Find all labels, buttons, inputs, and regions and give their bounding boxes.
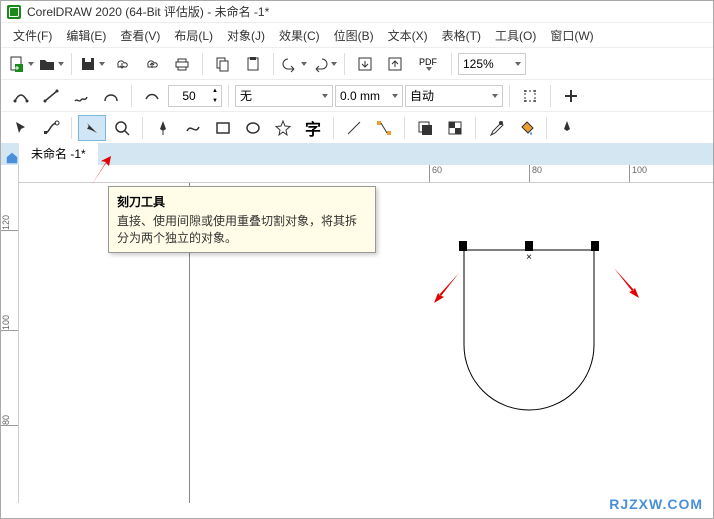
zoom-combo[interactable]: 125% xyxy=(458,53,526,75)
spin-up[interactable]: ▲ xyxy=(209,86,221,96)
toolbox: 字 xyxy=(1,111,713,143)
hruler-tick: 80 xyxy=(529,165,542,182)
zoom-tool[interactable] xyxy=(108,115,136,141)
window-title: CorelDRAW 2020 (64-Bit 评估版) - 未命名 -1* xyxy=(27,3,269,20)
star-tool[interactable] xyxy=(269,115,297,141)
document-tab-label: 未命名 -1* xyxy=(31,145,86,162)
menu-object[interactable]: 对象(J) xyxy=(221,25,271,46)
line-style-combo[interactable]: 无 xyxy=(235,85,333,107)
menu-effects[interactable]: 效果(C) xyxy=(273,25,326,46)
line-mode-button[interactable] xyxy=(37,83,65,109)
paste-button[interactable] xyxy=(239,51,267,77)
menu-bitmaps[interactable]: 位图(B) xyxy=(328,25,380,46)
vruler-tick: 100 xyxy=(1,315,18,331)
spin-down[interactable]: ▼ xyxy=(209,96,221,106)
vertical-ruler[interactable]: 120 100 80 xyxy=(1,165,19,503)
open-button[interactable] xyxy=(37,51,65,77)
tooltip-title: 刻刀工具 xyxy=(117,193,367,210)
smoothing-input[interactable] xyxy=(169,89,209,103)
add-button[interactable] xyxy=(557,83,585,109)
selection-handle-tl[interactable] xyxy=(459,241,467,251)
bezier-mode-button[interactable] xyxy=(7,83,35,109)
auto-combo[interactable]: 自动 xyxy=(405,85,503,107)
save-button[interactable] xyxy=(78,51,106,77)
pdf-label: PDF xyxy=(419,57,437,67)
drop-shadow-tool[interactable] xyxy=(411,115,439,141)
zoom-value: 125% xyxy=(463,57,513,71)
bounding-box-button[interactable] xyxy=(516,83,544,109)
publish-pdf-button[interactable]: PDF xyxy=(411,51,445,77)
outline-pen-tool[interactable] xyxy=(553,115,581,141)
smoothing-icon xyxy=(138,83,166,109)
rectangle-tool[interactable] xyxy=(209,115,237,141)
pick-tool[interactable] xyxy=(7,115,35,141)
vruler-tick: 120 xyxy=(1,215,18,231)
line-style-value: 无 xyxy=(240,87,320,104)
eyedropper-tool[interactable] xyxy=(482,115,510,141)
selection-handle-tm[interactable] xyxy=(525,241,533,251)
menu-tools[interactable]: 工具(O) xyxy=(489,25,542,46)
title-bar: CorelDRAW 2020 (64-Bit 评估版) - 未命名 -1* xyxy=(1,1,713,23)
menu-file[interactable]: 文件(F) xyxy=(7,25,58,46)
annotation-arrow-right xyxy=(609,268,639,301)
connector-tool[interactable] xyxy=(370,115,398,141)
tool-tooltip: 刻刀工具 直接、使用间隙或使用重叠切割对象，将其拆分为两个独立的对象。 xyxy=(108,186,376,253)
shape-tool[interactable] xyxy=(37,115,65,141)
selected-shape[interactable]: × xyxy=(459,245,599,415)
hruler-tick: 60 xyxy=(429,165,442,182)
cloud-upload-button[interactable] xyxy=(138,51,166,77)
freehand-mode-button[interactable] xyxy=(67,83,95,109)
selection-center-marker: × xyxy=(524,253,534,263)
home-tab-icon[interactable] xyxy=(5,151,19,165)
app-logo-icon xyxy=(7,5,21,19)
menu-edit[interactable]: 编辑(E) xyxy=(60,25,112,46)
menu-bar: 文件(F) 编辑(E) 查看(V) 布局(L) 对象(J) 效果(C) 位图(B… xyxy=(1,23,713,47)
menu-view[interactable]: 查看(V) xyxy=(114,25,166,46)
smoothing-spinner[interactable]: ▲▼ xyxy=(168,85,222,107)
import-button[interactable] xyxy=(351,51,379,77)
menu-layout[interactable]: 布局(L) xyxy=(168,25,219,46)
horizontal-ruler[interactable]: 60 80 100 xyxy=(19,165,713,183)
selection-handle-tr[interactable] xyxy=(591,241,599,251)
line-weight-value: 0.0 mm xyxy=(340,89,390,103)
undo-button[interactable] xyxy=(280,51,308,77)
fill-tool[interactable] xyxy=(512,115,540,141)
hruler-tick: 100 xyxy=(629,165,647,182)
line-weight-combo[interactable]: 0.0 mm xyxy=(335,85,403,107)
annotation-arrow-tool xyxy=(86,156,116,189)
dimension-tool[interactable] xyxy=(340,115,368,141)
vruler-tick: 80 xyxy=(1,415,18,426)
transparency-tool[interactable] xyxy=(441,115,469,141)
redo-button[interactable] xyxy=(310,51,338,77)
menu-text[interactable]: 文本(X) xyxy=(382,25,434,46)
standard-toolbar: PDF 125% xyxy=(1,47,713,79)
ellipse-tool[interactable] xyxy=(239,115,267,141)
knife-tool[interactable] xyxy=(78,115,106,141)
watermark: RJZXW.COM xyxy=(609,496,703,512)
pen-tool[interactable] xyxy=(149,115,177,141)
property-bar: ▲▼ 无 0.0 mm 自动 xyxy=(1,79,713,111)
artistic-media-tool[interactable] xyxy=(179,115,207,141)
new-document-button[interactable] xyxy=(7,51,35,77)
annotation-arrow-left xyxy=(434,273,464,306)
curve-tool-button[interactable] xyxy=(97,83,125,109)
export-button[interactable] xyxy=(381,51,409,77)
tooltip-body: 直接、使用间隙或使用重叠切割对象，将其拆分为两个独立的对象。 xyxy=(117,212,367,246)
menu-table[interactable]: 表格(T) xyxy=(436,25,487,46)
cloud-download-button[interactable] xyxy=(108,51,136,77)
menu-window[interactable]: 窗口(W) xyxy=(544,25,599,46)
print-button[interactable] xyxy=(168,51,196,77)
text-tool[interactable]: 字 xyxy=(299,115,327,141)
auto-value: 自动 xyxy=(410,87,490,104)
copy-button[interactable] xyxy=(209,51,237,77)
